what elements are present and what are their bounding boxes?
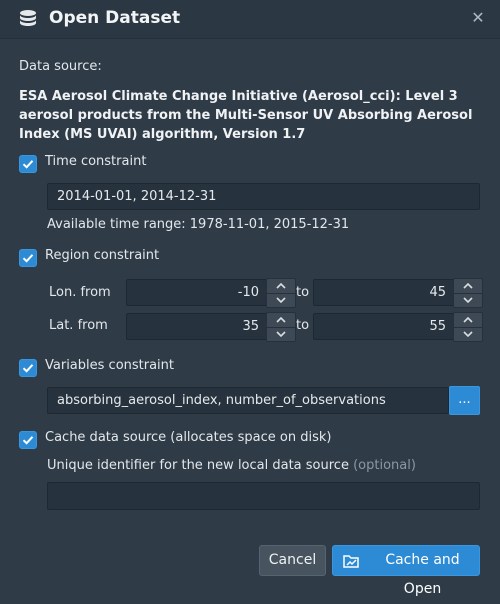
increment-button[interactable] bbox=[454, 313, 482, 328]
chevron-up-icon bbox=[463, 317, 473, 323]
lat-from-label: Lat. from bbox=[49, 318, 108, 333]
decrement-button[interactable] bbox=[454, 327, 482, 341]
lon-from-label: Lon. from bbox=[49, 285, 111, 300]
variables-constraint-checkbox[interactable] bbox=[19, 359, 37, 377]
variables-constraint-label: Variables constraint bbox=[45, 358, 175, 373]
region-constraint-checkbox[interactable] bbox=[19, 249, 37, 267]
lat-to-label: to bbox=[296, 318, 310, 333]
lon-from-input[interactable]: -10 bbox=[126, 279, 268, 306]
cache-and-open-button[interactable]: Cache and Open bbox=[332, 545, 480, 597]
lat-from-stepper[interactable] bbox=[266, 312, 296, 342]
cache-and-open-label: Cache and Open bbox=[385, 552, 460, 597]
database-icon bbox=[20, 10, 36, 26]
increment-button[interactable] bbox=[267, 279, 295, 294]
lon-to-label: to bbox=[296, 285, 310, 300]
close-icon[interactable]: ✕ bbox=[470, 8, 486, 28]
chevron-down-icon bbox=[276, 331, 286, 337]
lat-to-input[interactable]: 55 bbox=[313, 313, 455, 340]
chevron-up-icon bbox=[463, 283, 473, 289]
checkmark-icon bbox=[22, 364, 34, 373]
chevron-up-icon bbox=[276, 283, 286, 289]
lon-to-input[interactable]: 45 bbox=[313, 279, 455, 306]
increment-button[interactable] bbox=[267, 313, 295, 328]
data-source-label: Data source: bbox=[19, 59, 102, 74]
open-folder-icon bbox=[343, 555, 359, 568]
data-source-name: ESA Aerosol Climate Change Initiative (A… bbox=[19, 89, 473, 142]
time-range-input[interactable]: 2014-01-01, 2014-12-31 bbox=[47, 183, 480, 210]
chevron-down-icon bbox=[276, 297, 286, 303]
decrement-button[interactable] bbox=[454, 293, 482, 307]
unique-identifier-text: Unique identifier for the new local data… bbox=[47, 458, 349, 473]
chevron-down-icon bbox=[463, 297, 473, 303]
unique-identifier-input[interactable] bbox=[47, 482, 480, 510]
checkmark-icon bbox=[22, 160, 34, 169]
time-constraint-label: Time constraint bbox=[45, 154, 147, 169]
dialog-titlebar: Open Dataset ✕ bbox=[0, 0, 500, 39]
decrement-button[interactable] bbox=[267, 327, 295, 341]
chevron-down-icon bbox=[463, 331, 473, 337]
lat-from-input[interactable]: 35 bbox=[126, 313, 268, 340]
decrement-button[interactable] bbox=[267, 293, 295, 307]
cache-data-source-checkbox[interactable] bbox=[19, 431, 37, 449]
available-time-range: Available time range: 1978-11-01, 2015-1… bbox=[47, 217, 350, 232]
optional-hint: (optional) bbox=[353, 458, 416, 473]
unique-identifier-label: Unique identifier for the new local data… bbox=[47, 458, 416, 473]
lon-to-stepper[interactable] bbox=[453, 278, 483, 308]
region-constraint-label: Region constraint bbox=[45, 248, 160, 263]
lon-from-stepper[interactable] bbox=[266, 278, 296, 308]
browse-variables-button[interactable]: ... bbox=[449, 386, 480, 415]
dialog-title: Open Dataset bbox=[49, 8, 181, 28]
checkmark-icon bbox=[22, 436, 34, 445]
checkmark-icon bbox=[22, 254, 34, 263]
cancel-button[interactable]: Cancel bbox=[259, 545, 326, 576]
increment-button[interactable] bbox=[454, 279, 482, 294]
variables-input[interactable]: absorbing_aerosol_index, number_of_obser… bbox=[47, 387, 449, 414]
lat-to-stepper[interactable] bbox=[453, 312, 483, 342]
time-constraint-checkbox[interactable] bbox=[19, 155, 37, 173]
chevron-up-icon bbox=[276, 317, 286, 323]
cache-data-source-label: Cache data source (allocates space on di… bbox=[45, 430, 332, 445]
